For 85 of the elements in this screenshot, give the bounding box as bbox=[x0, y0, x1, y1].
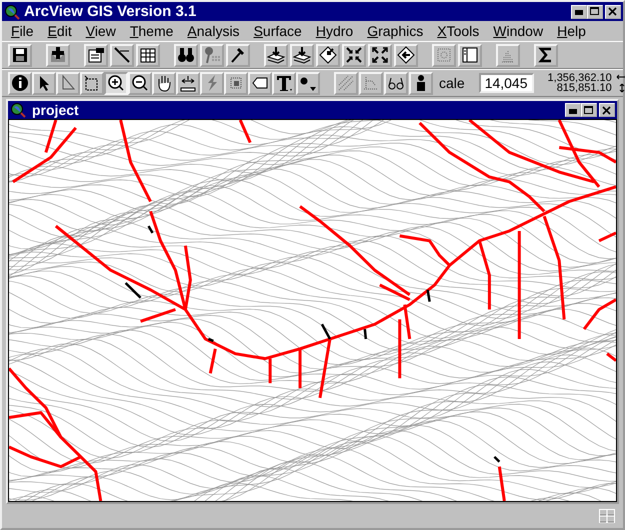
zoom-out-tool[interactable] bbox=[128, 72, 152, 94]
zoom-in-icon bbox=[106, 73, 126, 93]
menu-item[interactable]: Graphics bbox=[360, 23, 430, 39]
menu-item[interactable]: Window bbox=[486, 23, 550, 39]
arrows-icon bbox=[616, 73, 625, 93]
window-button[interactable] bbox=[84, 44, 108, 66]
close-button[interactable] bbox=[605, 4, 621, 18]
view-icon bbox=[10, 102, 26, 118]
menu-item[interactable]: View bbox=[78, 23, 123, 39]
histogram-button[interactable] bbox=[496, 44, 520, 66]
panel-button[interactable] bbox=[458, 44, 482, 66]
close-icon bbox=[602, 106, 612, 114]
close-icon bbox=[608, 7, 618, 16]
arrows-inward-button[interactable] bbox=[342, 44, 366, 66]
window-icon bbox=[86, 45, 106, 65]
menu-item[interactable]: XTools bbox=[430, 23, 486, 39]
scale-label: cale bbox=[439, 75, 465, 91]
dashed-square-tool[interactable] bbox=[80, 72, 104, 94]
scale-field[interactable]: 14,045 bbox=[478, 73, 534, 93]
diamond-button[interactable] bbox=[316, 44, 340, 66]
y-coordinate: 815,851.10 bbox=[556, 83, 612, 93]
binoculars-icon bbox=[176, 45, 196, 65]
plus-icon bbox=[48, 45, 68, 65]
dotted-pattern-button[interactable] bbox=[334, 72, 358, 94]
steps-button[interactable] bbox=[359, 72, 383, 94]
left-arrow-button[interactable] bbox=[394, 44, 418, 66]
figure-button[interactable] bbox=[409, 72, 433, 94]
menu-item[interactable]: Surface bbox=[246, 23, 309, 39]
menu-item[interactable]: Help bbox=[550, 23, 593, 39]
maximize-icon bbox=[590, 7, 600, 16]
diamond-icon bbox=[318, 45, 338, 65]
zoom-in-tool[interactable] bbox=[104, 72, 128, 94]
text-tool-icon bbox=[274, 73, 294, 93]
pointer-tool[interactable] bbox=[32, 72, 56, 94]
grid-button[interactable] bbox=[136, 44, 160, 66]
window-title: ArcView GIS Version 3.1 bbox=[24, 3, 198, 20]
pen-icon bbox=[112, 45, 132, 65]
minimize-button[interactable] bbox=[565, 103, 581, 117]
layers-button[interactable] bbox=[264, 44, 288, 66]
pin-button[interactable] bbox=[200, 44, 224, 66]
arrows-outward-button[interactable] bbox=[368, 44, 392, 66]
info-tool[interactable] bbox=[8, 72, 32, 94]
floppy-disk-button[interactable] bbox=[8, 44, 32, 66]
sigma-button[interactable] bbox=[534, 44, 558, 66]
text-tool-tool[interactable] bbox=[272, 72, 296, 94]
arrows-outward-icon bbox=[370, 45, 390, 65]
maximize-icon bbox=[584, 106, 594, 114]
menu-item[interactable]: Theme bbox=[122, 23, 180, 39]
menu-item[interactable]: File bbox=[4, 23, 41, 39]
app-icon bbox=[4, 4, 20, 20]
maximize-button[interactable] bbox=[581, 103, 597, 117]
info-icon bbox=[10, 73, 30, 93]
layers-button[interactable] bbox=[290, 44, 314, 66]
dots-button[interactable] bbox=[432, 44, 456, 66]
menu-item[interactable]: Hydro bbox=[308, 23, 360, 39]
minimize-icon bbox=[574, 7, 584, 16]
panel-icon bbox=[460, 45, 480, 65]
menu-item[interactable]: Analysis bbox=[180, 23, 247, 39]
hammer-button[interactable] bbox=[226, 44, 250, 66]
close-button[interactable] bbox=[599, 103, 615, 117]
zoom-out-icon bbox=[130, 73, 150, 93]
pin-icon bbox=[202, 45, 222, 65]
dotted-area-tool[interactable] bbox=[224, 72, 248, 94]
hand-tool[interactable] bbox=[152, 72, 176, 94]
view-title: project bbox=[32, 102, 80, 118]
glasses-button[interactable] bbox=[384, 72, 408, 94]
left-arrow-icon bbox=[396, 45, 416, 65]
x-coordinate: 1,356,362.10 bbox=[548, 73, 612, 83]
menu-item[interactable]: Edit bbox=[40, 23, 79, 39]
binoculars-button[interactable] bbox=[174, 44, 198, 66]
minimize-button[interactable] bbox=[571, 4, 587, 18]
maximize-button[interactable] bbox=[587, 4, 603, 18]
layers-icon bbox=[292, 45, 312, 65]
hatch-icon bbox=[336, 73, 356, 93]
arrows-inward-icon bbox=[344, 45, 364, 65]
ruler-icon bbox=[178, 73, 198, 93]
layers-icon bbox=[266, 45, 286, 65]
label-tool[interactable] bbox=[248, 72, 272, 94]
vertex-tool[interactable] bbox=[56, 72, 80, 94]
window-grid-icon bbox=[599, 509, 615, 523]
lightning-tool[interactable] bbox=[200, 72, 224, 94]
ruler-tool[interactable] bbox=[176, 72, 200, 94]
plus-button[interactable] bbox=[46, 44, 70, 66]
point-tool[interactable] bbox=[296, 72, 320, 94]
pen-button[interactable] bbox=[110, 44, 134, 66]
